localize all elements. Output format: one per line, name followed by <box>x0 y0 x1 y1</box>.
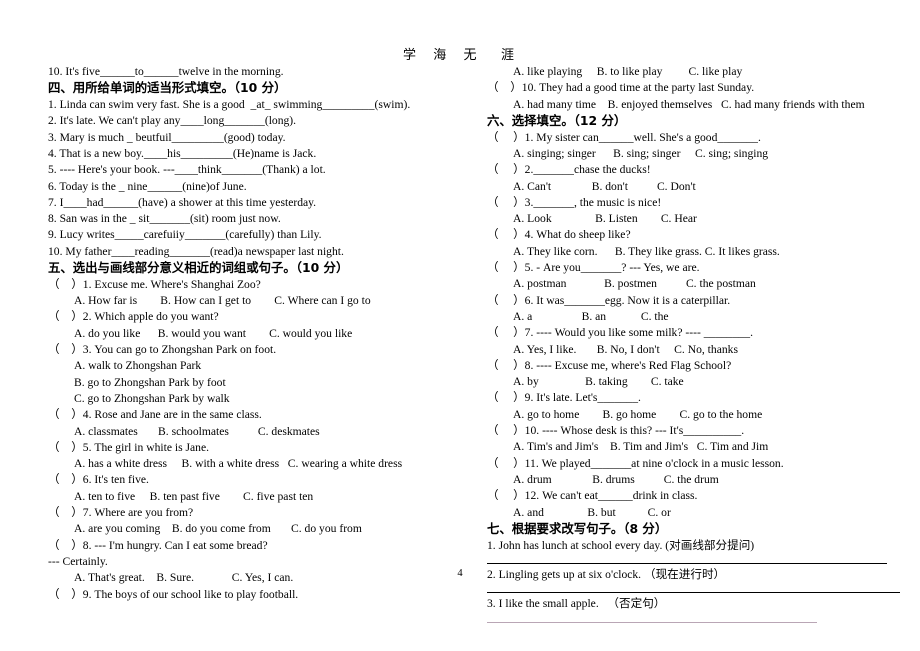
exam-page: 学 海 无 涯 10. It's five______to______twelv… <box>0 0 920 651</box>
question-stem: （ ）11. We played_______at nine o'clock i… <box>487 456 784 470</box>
question-options: A. How far is B. How can I get to C. Whe… <box>74 294 371 308</box>
section-four-item: 1. Linda can swim very fast. She is a go… <box>48 98 411 112</box>
question-stem: （ ）7. Where are you from? <box>48 506 194 520</box>
rewrite-item: 3. I like the small apple. （否定句） <box>487 597 666 611</box>
question-stem: （ ）9. The boys of our school like to pla… <box>48 587 299 601</box>
question-stem: （ ）2._______chase the ducks! <box>487 163 651 177</box>
question-options: A. ten to five B. ten past five C. five … <box>74 489 314 503</box>
question-stem: （ ）3. You can go to Zhongshan Park on fo… <box>48 343 277 357</box>
page-number: 4 <box>457 568 463 579</box>
question-stem: （ ）8. --- I'm hungry. Can I eat some bre… <box>48 538 268 552</box>
section-four-item: 9. Lucy writes_____carefuiiy_______(care… <box>48 228 322 242</box>
question-stem: （ ）1. My sister can______well. She's a g… <box>487 130 761 144</box>
question-stem: （ ）8. ---- Excuse me, where's Red Flag S… <box>487 358 732 372</box>
question-options: A. and B. but C. or <box>513 505 671 519</box>
section-four-item: 7. I____had______(have) a shower at this… <box>48 195 317 209</box>
question-stem: （ ）2. Which apple do you want? <box>48 310 219 324</box>
question-options: A. drum B. drums C. the drum <box>513 472 719 486</box>
question-options: A. Look B. Listen C. Hear <box>513 212 697 226</box>
rewrite-item: 1. John has lunch at school every day. (… <box>487 538 755 552</box>
question-options: A. Tim's and Jim's B. Tim and Jim's C. T… <box>513 440 769 454</box>
answer-rule <box>487 592 900 594</box>
answer-rule <box>487 621 817 623</box>
question-stem: （ ）3._______, the music is nice! <box>487 195 662 209</box>
question-options: A. singing; singer B. sing; singer C. si… <box>513 146 769 160</box>
question-stem: （ ）1. Excuse me. Where's Shanghai Zoo? <box>48 277 261 291</box>
question-options: A. Can't B. don't C. Don't <box>513 179 696 193</box>
question-options: A. Yes, I like. B. No, I don't C. No, th… <box>513 342 738 356</box>
right-column: A. like playing B. to like play C. like … <box>487 64 902 626</box>
question-stem: （ ）9. It's late. Let's_______. <box>487 391 641 405</box>
carryover-question-stem: （ ）10. They had a good time at the party… <box>487 81 755 95</box>
question-stem: （ ）6. It's ten five. <box>48 473 149 487</box>
question-options: C. go to Zhongshan Park by walk <box>74 391 230 405</box>
question-stem: （ ）7. ---- Would you like some milk? ---… <box>487 326 753 340</box>
section-four-item: 5. ---- Here's your book. ---____think__… <box>48 163 326 177</box>
question-options: A. are you coming B. do you come from C.… <box>74 522 362 536</box>
question-options: A. do you like B. would you want C. woul… <box>74 326 353 340</box>
section-four-item: 6. Today is the _ nine______(nine)of Jun… <box>48 179 247 193</box>
carryover-question-10: 10. It's five______to______twelve in the… <box>48 65 284 78</box>
question-stem: （ ）4. Rose and Jane are in the same clas… <box>48 408 262 422</box>
question-options: A. walk to Zhongshan Park <box>74 359 202 373</box>
carryover-question-options: A. had many time B. enjoyed themselves C… <box>513 97 865 111</box>
question-stem: （ ）5. - Are you_______? --- Yes, we are. <box>487 261 700 275</box>
question-options: A. postman B. postmen C. the postman <box>513 277 756 291</box>
section-four-item: 8. San was in the _ sit_______(sit) room… <box>48 212 281 226</box>
section-four-item: 10. My father____reading_______(read)a n… <box>48 244 344 258</box>
question-options: A. by B. taking C. take <box>513 375 684 389</box>
question-stem: （ ）6. It was_______egg. Now it is a cate… <box>487 293 731 307</box>
question-options: A. go to home B. go home C. go to the ho… <box>513 407 763 421</box>
question-stem: （ ）4. What do sheep like? <box>487 228 631 242</box>
section-four-item: 4. That is a new boy.____his_________(He… <box>48 146 317 160</box>
question-options: A. classmates B. schoolmates C. deskmate… <box>74 424 320 438</box>
question-stem: （ ）12. We can't eat______drink in class. <box>487 489 698 503</box>
section-six-heading: 六、选择填空。（12 分） <box>487 112 627 128</box>
section-four-item: 2. It's late. We can't play any____long_… <box>48 114 297 128</box>
page-header-title: 学 海 无 涯 <box>403 48 517 63</box>
section-seven-heading: 七、根据要求改写句子。（8 分） <box>487 520 668 536</box>
question-stem: （ ）10. ---- Whose desk is this? --- It's… <box>487 424 745 438</box>
left-column: 10. It's five______to______twelve in the… <box>48 64 463 603</box>
question-options: B. go to Zhongshan Park by foot <box>74 375 226 389</box>
section-four-item: 3. Mary is much _ beutfuil_________(good… <box>48 130 286 144</box>
section-five-heading: 五、选出与画线部分意义相近的词组或句子。（10 分） <box>48 260 349 276</box>
question-stem: （ ）5. The girl in white is Jane. <box>48 440 209 454</box>
answer-rule <box>487 562 887 564</box>
carryover-options: A. like playing B. to like play C. like … <box>513 65 743 78</box>
question-options: A. a B. an C. the <box>513 309 669 323</box>
section-four-heading: 四、用所给单词的适当形式填空。（10 分） <box>48 80 287 96</box>
question-options: A. has a white dress B. with a white dre… <box>74 457 403 471</box>
question-options: A. They like corn. B. They like grass. C… <box>513 244 780 258</box>
